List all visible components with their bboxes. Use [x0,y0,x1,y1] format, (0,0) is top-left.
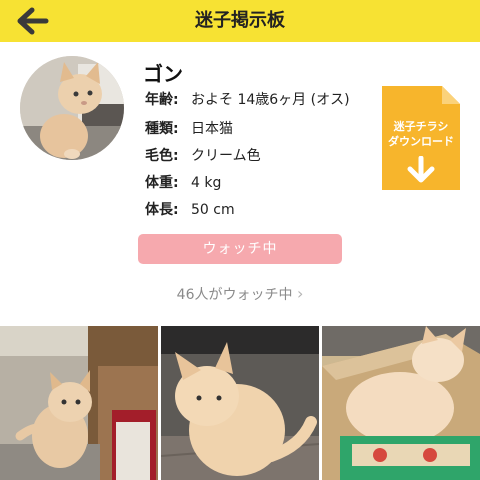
cat-photo-3[interactable] [322,326,480,480]
cat-photo-1[interactable] [0,326,158,480]
info-value: 4 kg [191,175,222,191]
info-label: 体重: [145,175,179,191]
info-age: 年齢: およそ 14歳6ヶ月 (オス) [145,89,350,109]
chevron-right-icon: › [296,284,304,303]
flyer-download-button[interactable]: 迷子チラシ ダウンロード [382,86,460,190]
info-breed: 種類: 日本猫 [145,118,233,138]
cat-avatar [20,56,124,160]
flyer-label-line2: ダウンロード [388,135,454,148]
info-value: クリーム色 [191,148,261,164]
download-arrow-icon [407,156,435,183]
watch-count-text: 46人がウォッチ中 [176,287,293,303]
app-header: 迷子掲示板 [0,0,480,42]
info-label: 体長: [145,202,179,218]
info-label: 種類: [145,121,179,137]
watch-count-link[interactable]: 46人がウォッチ中 › [0,284,480,304]
info-length: 体長: 50 cm [145,199,235,219]
info-value: 日本猫 [191,121,233,137]
info-value: 50 cm [191,202,235,218]
info-label: 年齢: [145,92,179,108]
flyer-label-line1: 迷子チラシ [393,120,449,133]
cat-name: ゴン [143,62,183,86]
info-value: およそ 14歳6ヶ月 (オス) [191,92,350,108]
info-weight: 体重: 4 kg [145,172,221,192]
watch-button[interactable]: ウォッチ中 [138,234,342,264]
info-label: 毛色: [145,148,179,164]
page-title: 迷子掲示板 [195,10,285,31]
info-color: 毛色: クリーム色 [145,145,261,165]
cat-photo-2[interactable] [161,326,319,480]
